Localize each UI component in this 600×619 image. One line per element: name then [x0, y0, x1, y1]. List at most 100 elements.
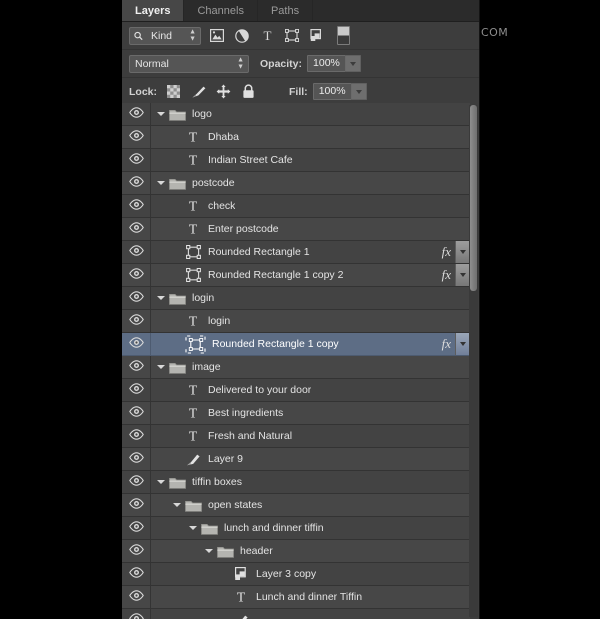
row-spacer	[171, 379, 182, 401]
layer-name: login	[192, 292, 215, 304]
layer-row[interactable]: lunch and dinner tiffin	[122, 517, 470, 540]
group-expand-toggle[interactable]	[155, 287, 166, 309]
layer-visibility-toggle[interactable]	[122, 287, 151, 309]
effects-expand-button[interactable]	[455, 264, 470, 286]
layer-visibility-toggle[interactable]	[122, 333, 151, 355]
shape-layer-filter-icon[interactable]	[283, 27, 301, 45]
layer-list-viewport[interactable]: logo T Dhaba T Indian Street Cafe postcode Tch…	[122, 103, 480, 619]
filter-enable-toggle[interactable]	[337, 26, 350, 45]
tab-paths[interactable]: Paths	[258, 0, 314, 21]
layer-row[interactable]: Rounded Rectangle 1 fx	[122, 241, 470, 264]
layer-row[interactable]: T Lunch and dinner Tiffin	[122, 586, 470, 609]
layer-visibility-toggle[interactable]	[122, 563, 151, 585]
layer-row[interactable]: login	[122, 287, 470, 310]
fill-dropdown-button[interactable]	[351, 83, 367, 100]
eye-icon	[128, 565, 144, 583]
layer-row[interactable]: T Delivered to your door	[122, 379, 470, 402]
layer-visibility-toggle[interactable]	[122, 126, 151, 148]
layer-visibility-toggle[interactable]	[122, 379, 151, 401]
layer-row[interactable]: T Indian Street Cafe	[122, 149, 470, 172]
row-spacer	[171, 402, 182, 424]
layer-visibility-toggle[interactable]	[122, 609, 151, 619]
fill-field-group[interactable]: 100%	[312, 83, 367, 100]
layer-row[interactable]: Layer 9	[122, 448, 470, 471]
opacity-field-group[interactable]: 100%	[307, 55, 362, 72]
fx-icon[interactable]: fx	[442, 336, 455, 352]
layer-row[interactable]: open states	[122, 494, 470, 517]
layer-visibility-toggle[interactable]	[122, 103, 151, 125]
pixel-layer-filter-icon[interactable]	[208, 27, 226, 45]
layer-visibility-toggle[interactable]	[122, 310, 151, 332]
layer-name: Lunch and dinner Tiffin	[256, 591, 363, 603]
layer-row[interactable]	[122, 609, 470, 619]
group-expand-toggle[interactable]	[155, 103, 166, 125]
row-spacer	[171, 218, 182, 240]
scrollbar-thumb[interactable]	[470, 105, 477, 291]
layer-row-body: T Delivered to your door	[151, 379, 470, 401]
layer-visibility-toggle[interactable]	[122, 402, 151, 424]
layer-visibility-toggle[interactable]	[122, 517, 151, 539]
layer-row[interactable]: Rounded Rectangle 1 copy fx	[122, 333, 470, 356]
layer-visibility-toggle[interactable]	[122, 195, 151, 217]
eye-icon	[128, 312, 144, 330]
layer-list-scrollbar[interactable]	[469, 105, 478, 617]
layer-visibility-toggle[interactable]	[122, 540, 151, 562]
type-layer-filter-icon[interactable]: T	[258, 27, 276, 45]
layer-row[interactable]: postcode	[122, 172, 470, 195]
layer-row[interactable]: Tcheck	[122, 195, 470, 218]
opacity-input[interactable]: 100%	[307, 55, 347, 72]
layer-visibility-toggle[interactable]	[122, 172, 151, 194]
group-expand-toggle[interactable]	[155, 172, 166, 194]
triangle-down-icon	[188, 526, 197, 530]
layer-visibility-toggle[interactable]	[122, 471, 151, 493]
layer-row[interactable]: T Dhaba	[122, 126, 470, 149]
lock-position-icon[interactable]	[215, 83, 232, 100]
lock-image-pixels-icon[interactable]	[190, 83, 207, 100]
layer-visibility-toggle[interactable]	[122, 218, 151, 240]
layer-row[interactable]: header	[122, 540, 470, 563]
layer-visibility-toggle[interactable]	[122, 586, 151, 608]
tab-layers[interactable]: Layers	[122, 0, 185, 21]
group-expand-toggle[interactable]	[155, 356, 166, 378]
layer-visibility-toggle[interactable]	[122, 149, 151, 171]
group-layer-icon	[166, 287, 188, 309]
layer-row[interactable]: T Fresh and Natural	[122, 425, 470, 448]
group-expand-toggle[interactable]	[171, 494, 182, 516]
filter-kind-select[interactable]: Kind ▲ ▼	[129, 26, 201, 45]
blend-mode-value: Normal	[135, 57, 169, 70]
layer-row[interactable]: Layer 3 copy	[122, 563, 470, 586]
group-expand-toggle[interactable]	[203, 540, 214, 562]
layer-row[interactable]: Tlogin	[122, 310, 470, 333]
fill-input[interactable]: 100%	[312, 83, 352, 100]
row-spacer	[171, 195, 182, 217]
panel-right-edge	[479, 0, 480, 619]
blend-mode-select[interactable]: Normal ▲ ▼	[129, 54, 249, 73]
layer-visibility-toggle[interactable]	[122, 425, 151, 447]
layer-visibility-toggle[interactable]	[122, 241, 151, 263]
fx-icon[interactable]: fx	[442, 267, 455, 283]
lock-transparent-pixels-icon[interactable]	[165, 83, 182, 100]
layer-row[interactable]: logo	[122, 103, 470, 126]
layer-row[interactable]: T Enter postcode	[122, 218, 470, 241]
layer-name: logo	[192, 108, 212, 120]
layer-name: image	[192, 361, 221, 373]
layer-row[interactable]: T Best ingredients	[122, 402, 470, 425]
layer-row[interactable]: tiffin boxes	[122, 471, 470, 494]
group-expand-toggle[interactable]	[155, 471, 166, 493]
fx-icon[interactable]: fx	[442, 244, 455, 260]
opacity-dropdown-button[interactable]	[346, 55, 362, 72]
layer-visibility-toggle[interactable]	[122, 448, 151, 470]
layer-visibility-toggle[interactable]	[122, 356, 151, 378]
layer-visibility-toggle[interactable]	[122, 494, 151, 516]
effects-expand-button[interactable]	[455, 333, 470, 355]
lock-all-icon[interactable]	[240, 83, 257, 100]
effects-expand-button[interactable]	[455, 241, 470, 263]
adjustment-layer-filter-icon[interactable]	[233, 27, 251, 45]
layer-visibility-toggle[interactable]	[122, 264, 151, 286]
group-expand-toggle[interactable]	[187, 517, 198, 539]
tab-channels[interactable]: Channels	[184, 0, 258, 21]
layer-row[interactable]: Rounded Rectangle 1 copy 2 fx	[122, 264, 470, 287]
pixel-layer-icon	[230, 609, 252, 619]
layer-row[interactable]: image	[122, 356, 470, 379]
smart-object-filter-icon[interactable]	[308, 27, 326, 45]
